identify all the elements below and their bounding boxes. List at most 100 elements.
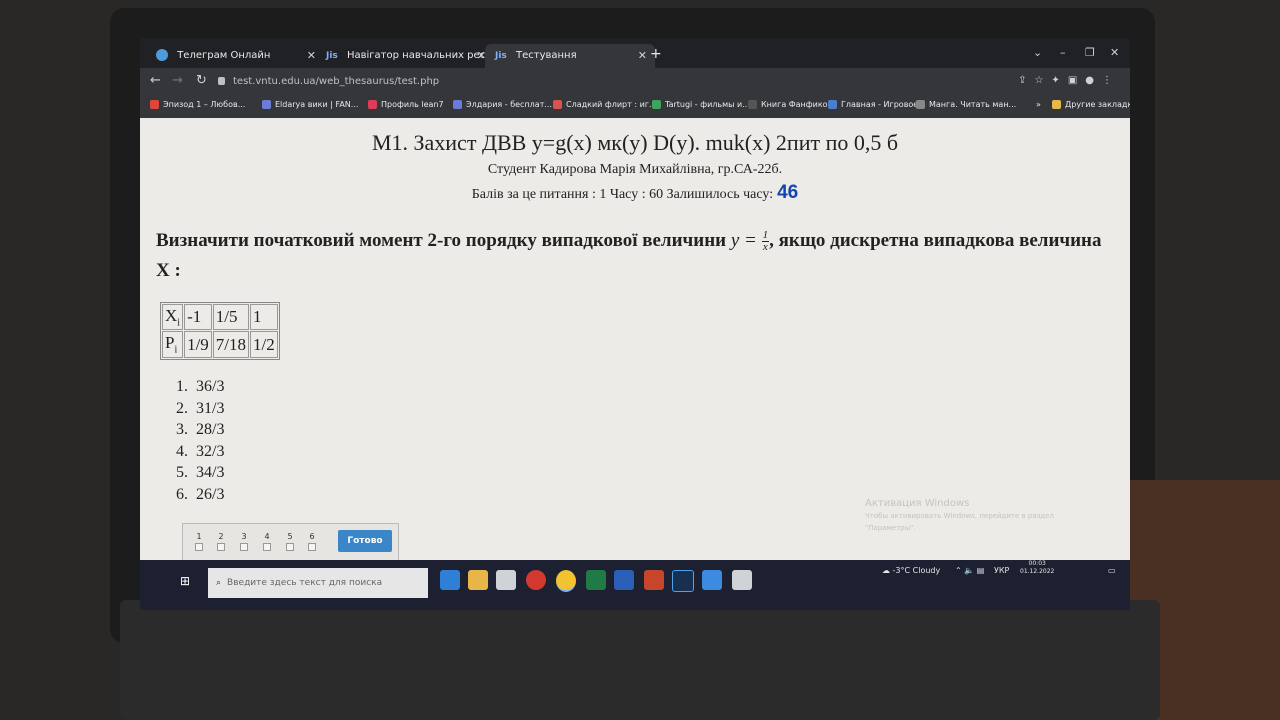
- zoom-icon[interactable]: [702, 570, 722, 590]
- table-cell: -1: [184, 304, 212, 331]
- cloud-icon: ☁: [882, 566, 890, 575]
- store-icon[interactable]: [496, 570, 516, 590]
- chevron-down-icon[interactable]: ⌄: [1033, 46, 1042, 59]
- tray-icons[interactable]: ⌃ 🔈 ▤: [955, 566, 984, 575]
- taskbar-clock[interactable]: 00:03 01.12.2022: [1020, 560, 1054, 576]
- table-cell: 1: [250, 304, 278, 331]
- tab-telegram[interactable]: Телеграм Онлайн ✕: [146, 44, 324, 68]
- bookmark-item[interactable]: Главная - Игровое...: [828, 100, 926, 109]
- excel-icon[interactable]: [586, 570, 606, 590]
- new-tab-button[interactable]: +: [650, 46, 662, 62]
- jis-icon: Jis: [495, 51, 507, 61]
- address-bar[interactable]: test.vntu.edu.ua/web_thesaurus/test.php: [218, 73, 1048, 91]
- bookmark-icon: [916, 100, 925, 109]
- powerpoint-icon[interactable]: [644, 570, 664, 590]
- question-nav-number: 4: [264, 532, 270, 541]
- bookmark-item[interactable]: Eldarya вики | FAN...: [262, 100, 358, 109]
- question-checkbox[interactable]: [240, 543, 248, 551]
- window-close-icon[interactable]: ✕: [1110, 46, 1119, 59]
- windows-start-icon[interactable]: ⊞: [180, 574, 194, 588]
- answer-number: 4.: [176, 442, 188, 460]
- bookmark-item[interactable]: Книга Фанфиков: [748, 100, 832, 109]
- reload-icon[interactable]: ↻: [196, 73, 207, 88]
- bookmarks-overflow-icon[interactable]: »: [1036, 100, 1041, 109]
- close-icon[interactable]: ✕: [307, 44, 316, 68]
- question-checkbox[interactable]: [308, 543, 316, 551]
- taskbar-search[interactable]: ⌕ Введите здесь текст для поиска: [208, 568, 428, 598]
- bookmark-item[interactable]: Элдария - бесплат...: [453, 100, 552, 109]
- question-checkbox[interactable]: [217, 543, 225, 551]
- bookmark-item[interactable]: Профиль lean7: [368, 100, 444, 109]
- question-checkbox[interactable]: [286, 543, 294, 551]
- question-nav-item[interactable]: 2: [215, 532, 227, 551]
- chrome-icon[interactable]: [556, 570, 576, 592]
- heart-icon: [368, 100, 377, 109]
- bookmark-icon: [652, 100, 661, 109]
- answer-option[interactable]: 2. 31/3: [176, 398, 224, 420]
- bookmark-label: Сладкий флирт : иг...: [566, 100, 657, 109]
- word-icon[interactable]: [614, 570, 634, 590]
- profile-icon[interactable]: ●: [1085, 75, 1102, 86]
- search-icon: ⌕: [216, 578, 222, 588]
- weather-widget[interactable]: ☁ -3°C Cloudy: [882, 566, 940, 575]
- question-nav-item[interactable]: 1: [193, 532, 205, 551]
- answer-option[interactable]: 5. 34/3: [176, 462, 224, 484]
- timer-value: 46: [777, 182, 799, 203]
- media-icon[interactable]: [732, 570, 752, 590]
- answer-option[interactable]: 6. 26/3: [176, 484, 224, 506]
- forward-icon[interactable]: →: [172, 73, 183, 88]
- menu-icon[interactable]: ⋮: [1102, 75, 1120, 86]
- answer-option[interactable]: 4. 32/3: [176, 441, 224, 463]
- bookmark-item[interactable]: Эпизод 1 – Любов...: [150, 100, 245, 109]
- distribution-table: Xi -1 1/5 1 Pi 1/9 7/18 1/2: [160, 302, 280, 360]
- bookmark-label: Элдария - бесплат...: [466, 100, 552, 109]
- answer-option[interactable]: 1. 36/3: [176, 376, 224, 398]
- address-text: test.vntu.edu.ua/web_thesaurus/test.php: [233, 76, 440, 87]
- bookmark-label: Книга Фанфиков: [761, 100, 833, 109]
- score-text: Балів за це питання : 1 Часу : 60 Залиши…: [471, 187, 774, 202]
- answer-text: 32/3: [196, 442, 225, 460]
- tab-label: Тестування: [515, 50, 577, 61]
- other-bookmarks[interactable]: Другие закладки: [1052, 100, 1130, 109]
- question-text: Визначити початковий момент 2-го порядку…: [156, 226, 1116, 286]
- share-icon[interactable]: ⇪: [1018, 75, 1034, 86]
- question-nav-item[interactable]: 4: [261, 532, 273, 551]
- page-title: М1. Захист ДВВ y=g(x) мк(y) D(y). muk(x)…: [371, 130, 899, 155]
- question-nav-item[interactable]: 3: [238, 532, 250, 551]
- bookmark-label: Манга. Читать ман...: [929, 100, 1017, 109]
- close-icon[interactable]: ✕: [638, 44, 647, 68]
- bookmark-item[interactable]: Сладкий флирт : иг...: [553, 100, 657, 109]
- tab-testing[interactable]: Jis Тестування ✕: [485, 44, 655, 68]
- maximize-icon[interactable]: ❐: [1085, 46, 1095, 59]
- question-checkbox[interactable]: [195, 543, 203, 551]
- bookmark-item[interactable]: Tartugi - фильмы и...: [652, 100, 750, 109]
- browser-toolbar: ← → ↻ test.vntu.edu.ua/web_thesaurus/tes…: [140, 68, 1130, 96]
- language-indicator[interactable]: УКР: [994, 566, 1009, 575]
- question-nav-item[interactable]: 6: [306, 532, 318, 551]
- bookmark-label: Eldarya вики | FAN...: [275, 100, 359, 109]
- table-cell: 1/5: [212, 304, 250, 331]
- bookmark-item[interactable]: Манга. Читать ман...: [916, 100, 1016, 109]
- notification-icon[interactable]: ▭: [1108, 566, 1116, 575]
- sidepanel-icon[interactable]: ▣: [1068, 75, 1085, 86]
- photoshop-icon[interactable]: [672, 570, 694, 592]
- student-info: Студент Кадирова Марія Михайлівна, гр.СА…: [487, 162, 783, 177]
- question-checkbox[interactable]: [263, 543, 271, 551]
- question-nav-number: 1: [196, 532, 202, 541]
- edge-icon[interactable]: [440, 570, 460, 590]
- activation-title: Активация Windows: [865, 498, 970, 509]
- tab-navigator[interactable]: Jis Навігатор навчальних ресурсів ✕: [316, 44, 494, 68]
- table-row: Xi -1 1/5 1: [162, 304, 278, 331]
- answer-option[interactable]: 3. 28/3: [176, 419, 224, 441]
- opera-icon[interactable]: [526, 570, 546, 590]
- question-nav-item[interactable]: 5: [284, 532, 296, 551]
- minimize-icon[interactable]: –: [1060, 46, 1066, 59]
- folder-icon: [1052, 100, 1061, 109]
- back-icon[interactable]: ←: [150, 73, 161, 88]
- extensions-icon[interactable]: ✦: [1051, 75, 1067, 86]
- star-icon[interactable]: ☆: [1034, 75, 1051, 86]
- file-explorer-icon[interactable]: [468, 570, 488, 590]
- bookmark-icon: [748, 100, 757, 109]
- question-nav-number: 3: [241, 532, 247, 541]
- done-button[interactable]: Готово: [338, 530, 392, 552]
